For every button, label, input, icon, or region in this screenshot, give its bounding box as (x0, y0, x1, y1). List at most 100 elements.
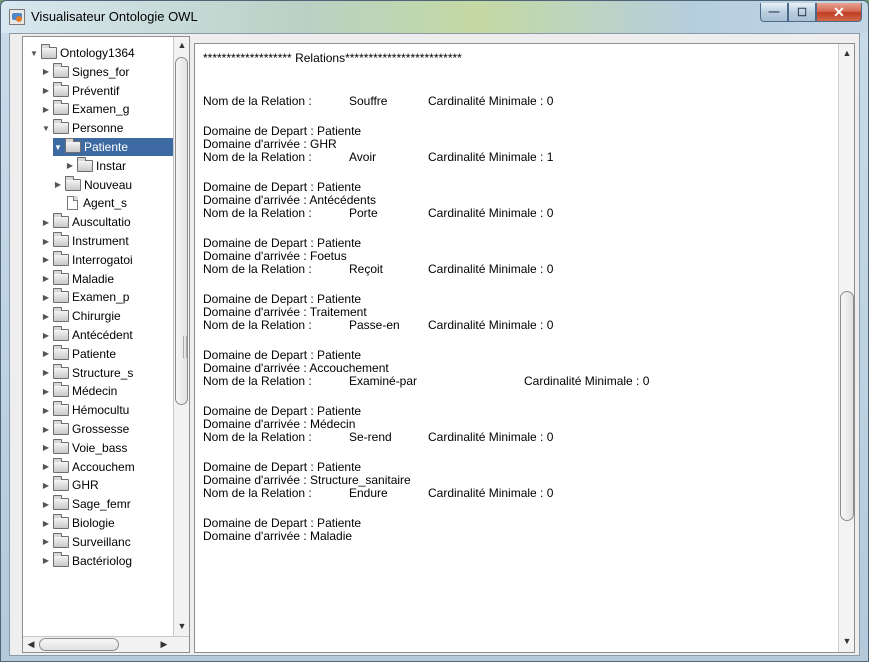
triangle-right-icon[interactable]: ▶ (41, 537, 51, 546)
tree-item-label: Patiente (84, 140, 129, 154)
tree-item-label: Agent_s (83, 196, 128, 211)
tree-item[interactable]: ▶ Surveillanc (41, 532, 131, 551)
relations-header: ******************* Relations***********… (203, 51, 462, 65)
tree-item[interactable]: ▶ GHR (41, 476, 99, 494)
triangle-right-icon[interactable]: ▶ (41, 331, 51, 340)
tree-item[interactable]: ▼ Personne (41, 119, 123, 137)
tree-item[interactable]: ▶ Sage_femr (41, 495, 131, 513)
folder-icon (53, 495, 69, 511)
tree-item[interactable]: ▶ Patiente (41, 344, 117, 363)
splitter-grip[interactable] (183, 336, 187, 358)
scroll-right-arrow-icon[interactable]: ▶ (157, 637, 171, 651)
triangle-right-icon[interactable]: ▶ (41, 519, 51, 528)
tree-item[interactable]: ▶ Examen_p (41, 288, 129, 306)
ontology-tree[interactable]: ▼ Ontology1364 ▶ Signes_for ▶ Préventif ▶ Exame… (22, 36, 190, 653)
triangle-right-icon[interactable]: ▶ (41, 86, 51, 95)
tree-item[interactable]: ▶ Maladie (41, 269, 114, 288)
tree-item[interactable]: ▶ Interrogatoi (41, 250, 133, 269)
folder-icon (53, 551, 69, 567)
triangle-right-icon[interactable]: ▶ (41, 293, 51, 302)
tree-item[interactable]: ▶ Chirurgie (41, 307, 121, 325)
folder-icon (65, 175, 81, 191)
tree-item[interactable]: ▶ Instar (65, 156, 126, 175)
relations-text-area[interactable]: ******************* Relations***********… (194, 43, 855, 653)
tree-item[interactable]: ▶ Bactériolog (41, 551, 132, 570)
triangle-right-icon[interactable]: ▶ (41, 274, 51, 283)
tree-item-label: Examen_p (72, 290, 130, 305)
folder-icon (53, 532, 69, 548)
java-app-icon[interactable] (9, 9, 25, 25)
tree-item[interactable]: ▼ Patiente (53, 138, 173, 156)
tree-item[interactable]: ▶ Structure_s (41, 363, 133, 382)
minimize-button[interactable]: — (760, 3, 788, 22)
tree-item[interactable]: ▶ Signes_for (41, 62, 129, 81)
folder-icon (53, 213, 69, 229)
triangle-right-icon[interactable]: ▶ (41, 406, 51, 415)
client-area: ▼ Ontology1364 ▶ Signes_for ▶ Préventif ▶ Exame… (9, 33, 860, 656)
relation-block: Domaine de Depart : Patiente Domaine d'ar… (203, 461, 833, 500)
triangle-down-icon[interactable]: ▼ (29, 49, 39, 58)
tree-item[interactable]: ▶ Préventif (41, 81, 120, 100)
tree-item-label: Hémocultu (72, 403, 130, 418)
triangle-right-icon[interactable]: ▶ (41, 387, 51, 396)
triangle-right-icon[interactable]: ▶ (41, 255, 51, 264)
scroll-up-arrow-icon[interactable]: ▲ (175, 38, 189, 52)
triangle-right-icon[interactable]: ▶ (41, 556, 51, 565)
scroll-left-arrow-icon[interactable]: ◀ (24, 637, 38, 651)
tree-item-label: Préventif (72, 83, 120, 98)
folder-icon (53, 307, 69, 323)
tree-item[interactable]: ▶ Nouveau (53, 175, 132, 194)
tree-item[interactable]: ▶ Instrument (41, 232, 129, 250)
triangle-right-icon[interactable]: ▶ (41, 481, 51, 490)
title-bar[interactable]: Visualisateur Ontologie OWL — ☐ ✕ (1, 1, 868, 33)
tree-horizontal-scroll-thumb[interactable] (39, 638, 119, 651)
tree-item[interactable]: ▶ Antécédent (41, 326, 133, 344)
triangle-down-icon[interactable]: ▼ (41, 124, 51, 133)
tree-item[interactable]: ▶ Médecin (41, 382, 117, 400)
scroll-down-arrow-icon[interactable]: ▼ (840, 634, 854, 648)
tree-item[interactable]: ▶ Auscultatio (41, 213, 131, 231)
triangle-right-icon[interactable]: ▶ (41, 368, 51, 377)
folder-icon (53, 232, 69, 247)
relations-vertical-scrollbar[interactable]: ▲ ▼ (838, 44, 854, 652)
triangle-down-icon[interactable]: ▼ (53, 143, 63, 152)
folder-icon (53, 401, 69, 417)
triangle-right-icon[interactable]: ▶ (41, 218, 51, 227)
triangle-right-icon[interactable]: ▶ (65, 161, 75, 170)
triangle-right-icon[interactable]: ▶ (53, 180, 63, 189)
triangle-right-icon[interactable]: ▶ (41, 500, 51, 509)
tree-item[interactable]: ▶ Voie_bass (41, 438, 127, 457)
relations-vertical-scroll-thumb[interactable] (840, 291, 854, 521)
triangle-right-icon[interactable]: ▶ (41, 349, 51, 358)
folder-icon (77, 156, 93, 172)
triangle-right-icon[interactable]: ▶ (41, 105, 51, 114)
relation-name-line: Nom de la Relation : Endure Cardinalité Mi… (203, 487, 833, 500)
tree-item[interactable]: Agent_s (53, 194, 127, 212)
tree-item-label: Patiente (72, 346, 117, 361)
triangle-right-icon[interactable]: ▶ (41, 443, 51, 452)
scroll-up-arrow-icon[interactable]: ▲ (840, 46, 854, 60)
scroll-down-arrow-icon[interactable]: ▼ (175, 619, 189, 633)
triangle-right-icon[interactable]: ▶ (41, 67, 51, 76)
triangle-right-icon[interactable]: ▶ (41, 237, 51, 246)
tree-item-label: Antécédent (72, 328, 133, 342)
tree-item[interactable]: ▶ Examen_g (41, 100, 129, 118)
tree-item[interactable]: ▶ Hémocultu (41, 401, 129, 419)
triangle-right-icon[interactable]: ▶ (41, 425, 51, 434)
tree-item[interactable]: ▶ Biologie (41, 514, 115, 532)
tree-horizontal-scrollbar[interactable]: ◀ ▶ (23, 636, 189, 652)
relation-name: Se-rend (349, 430, 392, 444)
relations-content: ******************* Relations***********… (203, 52, 833, 560)
tree-item[interactable]: ▼ Ontology1364 (29, 44, 135, 62)
tree-item[interactable]: ▶ Grossesse (41, 420, 129, 438)
triangle-right-icon[interactable]: ▶ (41, 312, 51, 321)
tree-item-label: Surveillanc (72, 534, 131, 549)
folder-icon (53, 382, 69, 398)
close-button[interactable]: ✕ (816, 3, 862, 22)
triangle-right-icon[interactable]: ▶ (41, 462, 51, 471)
maximize-button[interactable]: ☐ (788, 3, 816, 22)
tree-item[interactable]: ▶ Accouchem (41, 457, 135, 476)
relation-name-line: Nom de la Relation : Examiné-par Cardinali… (203, 375, 833, 388)
tree-item-label: Auscultatio (72, 215, 131, 230)
relation-block: Domaine de Depart : Patiente Domaine d'ar… (203, 349, 833, 388)
